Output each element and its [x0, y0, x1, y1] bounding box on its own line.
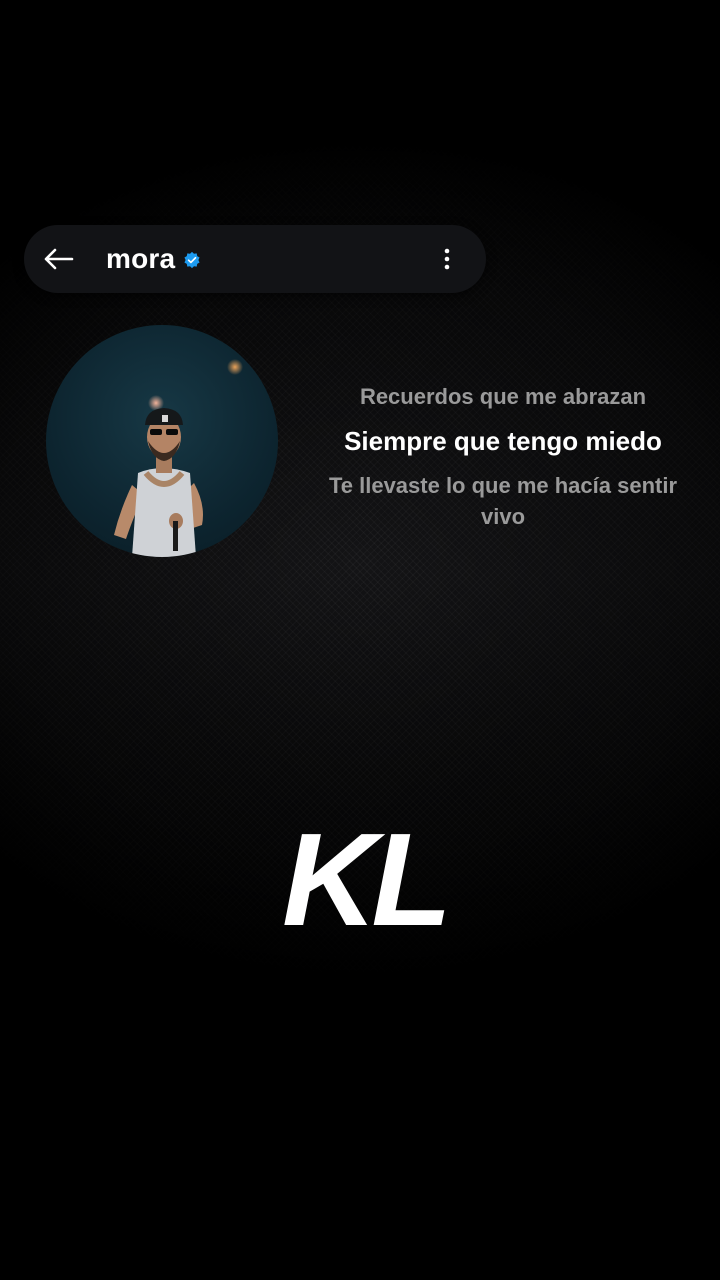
watermark-logo: KL: [282, 806, 452, 953]
profile-username[interactable]: mora: [106, 241, 201, 277]
background-texture: [0, 0, 720, 1280]
artist-avatar-photo: [114, 359, 243, 557]
profile-header-bar: mora: [24, 225, 486, 293]
arrow-left-icon: [44, 248, 74, 270]
lyrics-panel: Recuerdos que me abrazan Siempre que ten…: [318, 380, 688, 532]
lyric-previous-line: Recuerdos que me abrazan: [359, 384, 647, 409]
artist-avatar[interactable]: [46, 325, 278, 557]
more-options-button[interactable]: [432, 239, 462, 279]
more-vertical-icon: [444, 248, 450, 270]
back-button[interactable]: [38, 239, 78, 279]
verified-badge-icon: [184, 251, 200, 269]
username-text: mora: [106, 243, 176, 274]
lyric-next-line: Te llevaste lo que me hacía sentir vivo: [328, 473, 678, 529]
lyric-current-line: Siempre que tengo miedo: [344, 426, 662, 456]
